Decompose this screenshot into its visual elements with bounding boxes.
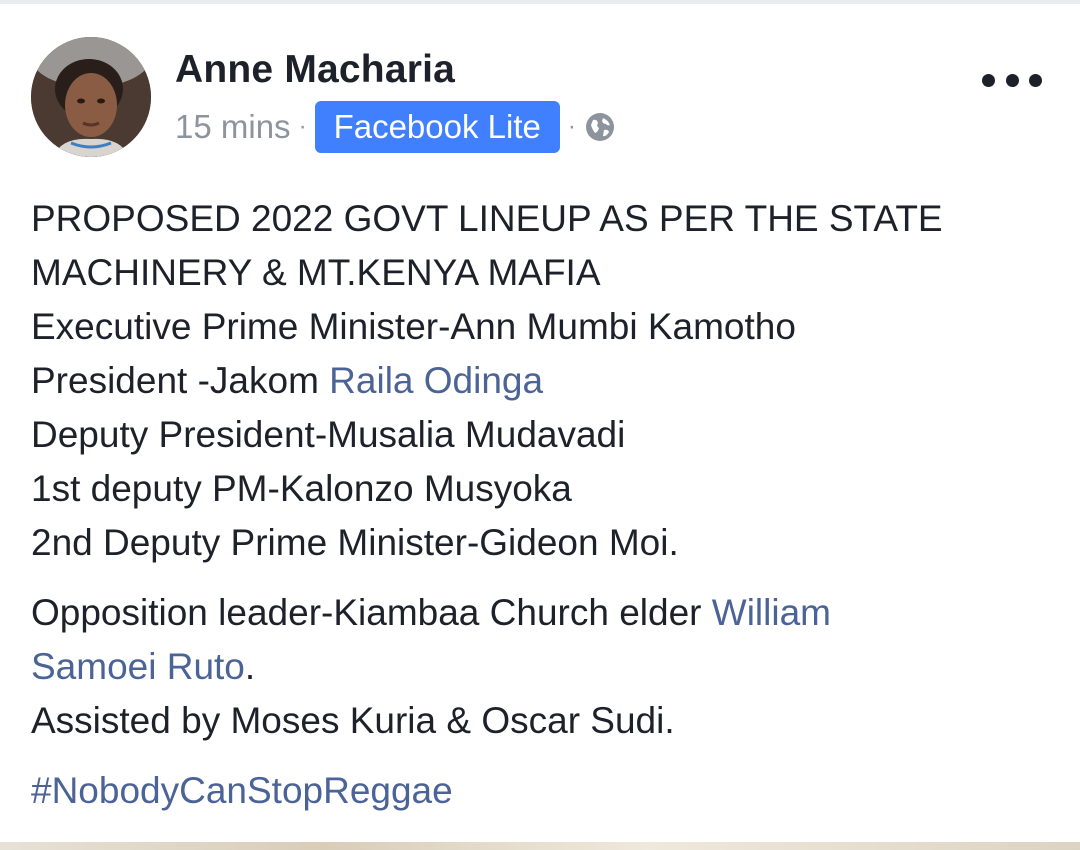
post-line: PROPOSED 2022 GOVT LINEUP AS PER THE STA… — [31, 198, 943, 239]
avatar[interactable] — [31, 37, 151, 157]
more-horizontal-icon — [1005, 73, 1019, 87]
attached-image-edge — [0, 842, 1080, 850]
post-time[interactable]: 15 mins — [175, 108, 291, 146]
author-name[interactable]: Anne Macharia — [175, 48, 455, 92]
hashtag-link[interactable]: #NobodyCanStopReggae — [31, 764, 1041, 818]
avatar-photo — [31, 37, 151, 157]
mention-link-ruto[interactable]: William — [712, 592, 831, 633]
post-line: 1st deputy PM-Kalonzo Musyoka — [31, 468, 572, 509]
post-line: Assisted by Moses Kuria & Oscar Sudi. — [31, 700, 675, 741]
post-line-text: President -Jakom — [31, 360, 330, 401]
post-line: MACHINERY & MT.KENYA MAFIA — [31, 252, 601, 293]
separator: · — [567, 113, 576, 140]
separator: · — [298, 113, 307, 140]
post-card: Anne Macharia 15 mins · Facebook Lite · … — [0, 4, 1080, 842]
globe-icon[interactable] — [584, 111, 616, 143]
post-meta: 15 mins · Facebook Lite · — [175, 97, 616, 157]
post-text: PROPOSED 2022 GOVT LINEUP AS PER THE STA… — [31, 192, 1041, 818]
mention-link-ruto[interactable]: Samoei Ruto — [31, 646, 245, 687]
post-line-text: Opposition leader-Kiambaa Church elder — [31, 592, 712, 633]
post-line: Executive Prime Minister-Ann Mumbi Kamot… — [31, 306, 796, 347]
post-line: President -Jakom Raila Odinga — [31, 354, 1041, 408]
post-line: Samoei Ruto. — [31, 640, 1041, 694]
more-horizontal-icon — [1029, 73, 1042, 87]
post-line: 2nd Deputy Prime Minister-Gideon Moi. — [31, 522, 679, 563]
post-line-text: . — [244, 646, 256, 687]
more-horizontal-icon — [982, 73, 995, 87]
post-line: Deputy President-Musalia Mudavadi — [31, 414, 626, 455]
mention-link-raila[interactable]: Raila Odinga — [329, 360, 543, 401]
app-badge[interactable]: Facebook Lite — [314, 101, 560, 153]
more-options-button[interactable] — [982, 62, 1042, 98]
post-line: Opposition leader-Kiambaa Church elder W… — [31, 586, 1041, 640]
